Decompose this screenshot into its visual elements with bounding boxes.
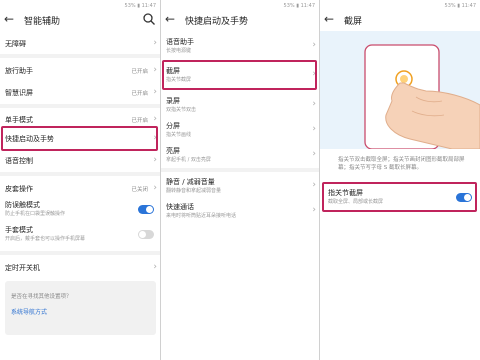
- highlight-box: [322, 182, 477, 212]
- list-item-screen-record[interactable]: 录屏 双指关节双击 ›: [161, 94, 319, 116]
- list-item-subtitle: 来电时将听筒贴近耳朵接听电话: [166, 213, 237, 219]
- list-item-subtitle: 双指关节双击: [166, 107, 197, 113]
- chevron-right-icon: ›: [312, 205, 316, 215]
- app-bar: ← 快捷启动及手势: [161, 10, 319, 30]
- list-item-quick-call[interactable]: 快速通话 来电时将听筒贴近耳朵接听电话 ›: [161, 200, 319, 222]
- app-bar: ← 智能辅助: [0, 10, 160, 30]
- chevron-right-icon: ›: [153, 155, 157, 165]
- chevron-right-icon: ›: [153, 87, 157, 97]
- chevron-right-icon: ›: [312, 149, 316, 159]
- page-title: 智能辅助: [24, 17, 61, 27]
- status-bar: 53% ▮ 11:47: [124, 3, 156, 9]
- navigation-bar: [0, 350, 160, 360]
- divider: [0, 54, 160, 58]
- app-bar: ← 截屏: [320, 10, 480, 30]
- navigation-bar: [320, 350, 480, 360]
- highlight-box: [162, 60, 317, 90]
- list-item-label: 防误触模式: [5, 201, 40, 209]
- page-title: 截屏: [344, 17, 363, 27]
- list-item-label: 定时开关机: [5, 264, 40, 272]
- list-item-label: 单手模式: [5, 116, 33, 124]
- list-item-scheduled-power[interactable]: 定时开关机 ›: [0, 259, 160, 275]
- list-item-label: 手套模式: [5, 226, 33, 234]
- list-item-label: 语音控制: [5, 157, 33, 165]
- list-item-label: 录屏: [166, 97, 180, 105]
- highlight-box: [1, 126, 158, 151]
- chevron-right-icon: ›: [312, 180, 316, 190]
- list-item-subtitle: 拿起手机 / 双击亮屏: [166, 157, 211, 163]
- glove-mode-toggle[interactable]: [138, 230, 154, 239]
- shortcuts-gestures-screen: 53% ▮ 11:47 ← 快捷启动及手势 语音助手 长按电源键 › 截屏 指关…: [161, 0, 319, 360]
- list-item-subtitle: 防止手机在口袋里误触操作: [5, 211, 66, 217]
- help-card: 是否在寻找其他设置项？ 系统导航方式: [5, 281, 156, 335]
- chevron-right-icon: ›: [153, 65, 157, 75]
- back-arrow-icon[interactable]: ←: [324, 11, 334, 27]
- search-icon[interactable]: [142, 12, 156, 26]
- list-item-label: 智慧识屏: [5, 89, 33, 97]
- back-arrow-icon[interactable]: ←: [165, 11, 175, 27]
- accidental-touch-toggle[interactable]: [138, 205, 154, 214]
- list-item-travel-assistant[interactable]: 旅行助手 已开启 ›: [0, 62, 160, 78]
- list-item-label: 分屏: [166, 122, 180, 130]
- list-item-value: 已开启: [131, 118, 148, 124]
- page-title: 快捷启动及手势: [185, 17, 249, 27]
- list-item-mute-volume[interactable]: 静音 / 减弱音量 翻转静音和拿起减弱音量 ›: [161, 175, 319, 197]
- chevron-right-icon: ›: [153, 114, 157, 124]
- status-bar: 53% ▮ 11:47: [444, 3, 476, 9]
- chevron-right-icon: ›: [312, 124, 316, 134]
- back-arrow-icon[interactable]: ←: [4, 11, 14, 27]
- divider: [161, 168, 319, 172]
- list-item-glove-mode: 手套模式 开启后，戴手套也可以操作手机屏幕: [0, 224, 160, 246]
- screenshot-settings-screen: 53% ▮ 11:47 ← 截屏 指关节双击截取全屏；指关节画封闭图形截取局部屏…: [320, 0, 480, 360]
- list-item-smart-screen[interactable]: 智慧识屏 已开启 ›: [0, 84, 160, 100]
- smart-assist-screen: 53% ▮ 11:47 ← 智能辅助 无障碍 › 旅行助手 已开启 › 智慧识屏…: [0, 0, 160, 360]
- navigation-bar: [161, 350, 319, 360]
- list-item-subtitle: 开启后，戴手套也可以操作手机屏幕: [5, 236, 86, 242]
- divider: [0, 172, 160, 176]
- list-item-cover-operation[interactable]: 皮套操作 已关闭 ›: [0, 180, 160, 196]
- list-item-label: 静音 / 减弱音量: [166, 178, 215, 186]
- list-item-label: 语音助手: [166, 38, 194, 46]
- list-item-value: 已开启: [131, 69, 148, 75]
- divider: [0, 104, 160, 108]
- list-item-label: 亮屏: [166, 147, 180, 155]
- knuckle-gesture-illustration: [320, 31, 480, 150]
- list-item-subtitle: 长按电源键: [166, 48, 192, 54]
- list-item-split-screen[interactable]: 分屏 指关节画线 ›: [161, 119, 319, 141]
- list-item-wake-screen[interactable]: 亮屏 拿起手机 / 双击亮屏 ›: [161, 144, 319, 166]
- list-item-label: 旅行助手: [5, 67, 33, 75]
- list-item-accessibility[interactable]: 无障碍 ›: [0, 35, 160, 51]
- list-item-subtitle: 翻转静音和拿起减弱音量: [166, 188, 222, 194]
- list-item-accidental-touch: 防误触模式 防止手机在口袋里误触操作: [0, 199, 160, 221]
- gesture-description: 指关节双击截取全屏；指关节画封闭图形截取局部屏幕；指关节写字母 S 截取长屏幕。: [338, 157, 465, 171]
- list-item-voice-assistant[interactable]: 语音助手 长按电源键 ›: [161, 35, 319, 57]
- chevron-right-icon: ›: [153, 38, 157, 48]
- list-item-one-hand-mode[interactable]: 单手模式 已开启 ›: [0, 111, 160, 127]
- chevron-right-icon: ›: [153, 262, 157, 272]
- list-item-subtitle: 指关节画线: [166, 132, 192, 138]
- list-item-label: 皮套操作: [5, 185, 33, 193]
- list-item-label: 快速通话: [166, 203, 194, 211]
- list-item-value: 已开启: [131, 91, 148, 97]
- list-item-label: 无障碍: [5, 40, 26, 48]
- list-item-voice-control[interactable]: 语音控制 ›: [0, 152, 160, 168]
- chevron-right-icon: ›: [153, 183, 157, 193]
- help-link[interactable]: 系统导航方式: [11, 307, 47, 316]
- status-bar: 53% ▮ 11:47: [283, 3, 315, 9]
- divider: [0, 251, 160, 255]
- chevron-right-icon: ›: [312, 40, 316, 50]
- list-item-value: 已关闭: [131, 187, 148, 193]
- chevron-right-icon: ›: [312, 99, 316, 109]
- help-question: 是否在寻找其他设置项？: [11, 294, 72, 300]
